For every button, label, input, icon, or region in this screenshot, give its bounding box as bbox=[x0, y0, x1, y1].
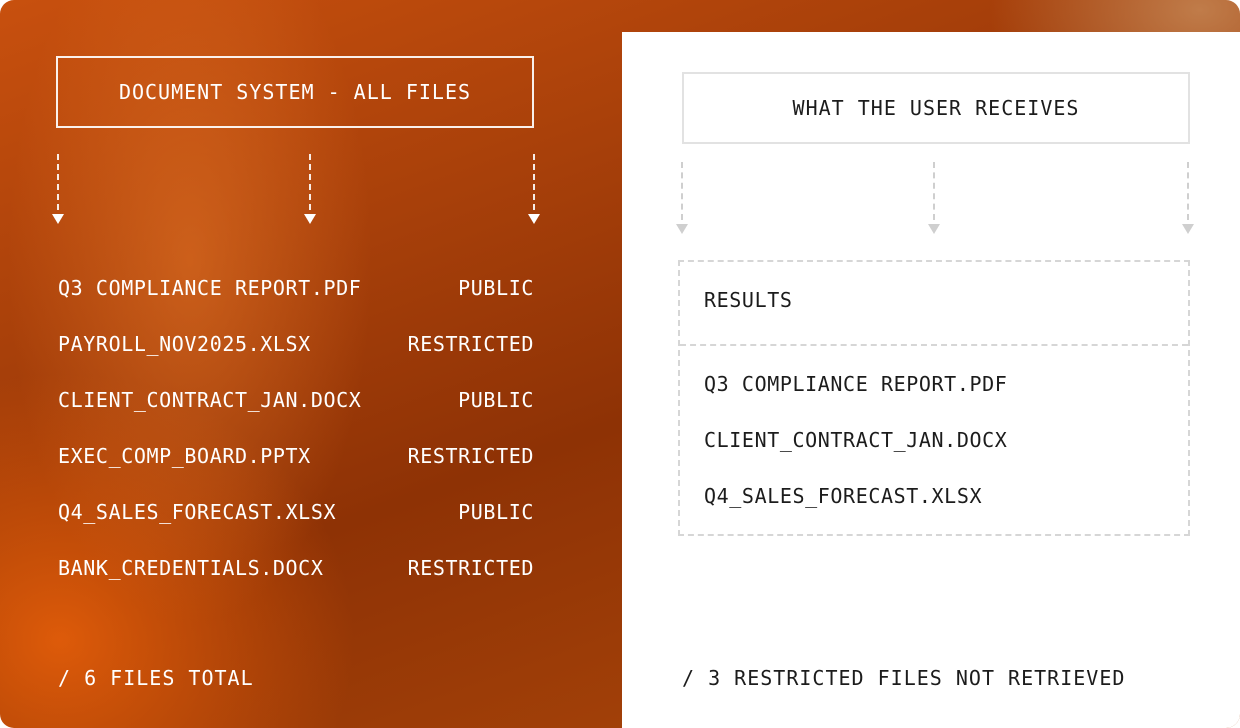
document-system-title: DOCUMENT SYSTEM - ALL FILES bbox=[56, 56, 534, 128]
file-name: EXEC_COMP_BOARD.PPTX bbox=[58, 444, 311, 468]
file-row: PAYROLL_NOV2025.XLSX RESTRICTED bbox=[58, 330, 534, 358]
results-header: RESULTS bbox=[680, 262, 1188, 346]
file-row: EXEC_COMP_BOARD.PPTX RESTRICTED bbox=[58, 442, 534, 470]
results-box: RESULTS Q3 COMPLIANCE REPORT.PDF CLIENT_… bbox=[678, 260, 1190, 536]
file-row: Q3 COMPLIANCE REPORT.PDF PUBLIC bbox=[58, 274, 534, 302]
access-level: PUBLIC bbox=[458, 388, 534, 412]
file-name: BANK_CREDENTIALS.DOCX bbox=[58, 556, 324, 580]
result-item: Q3 COMPLIANCE REPORT.PDF bbox=[704, 372, 1008, 396]
file-row: Q4_SALES_FORECAST.XLSX PUBLIC bbox=[58, 498, 534, 526]
file-row: CLIENT_CONTRACT_JAN.DOCX PUBLIC bbox=[58, 386, 534, 414]
access-level: PUBLIC bbox=[458, 276, 534, 300]
user-receives-title: WHAT THE USER RECEIVES bbox=[682, 72, 1190, 144]
access-level: RESTRICTED bbox=[407, 556, 534, 580]
result-item: Q4_SALES_FORECAST.XLSX bbox=[704, 484, 983, 508]
file-name: Q3 COMPLIANCE REPORT.PDF bbox=[58, 276, 362, 300]
access-level: RESTRICTED bbox=[407, 444, 534, 468]
file-name: CLIENT_CONTRACT_JAN.DOCX bbox=[58, 388, 362, 412]
results-label: RESULTS bbox=[704, 288, 793, 312]
file-name: PAYROLL_NOV2025.XLSX bbox=[58, 332, 311, 356]
access-level: PUBLIC bbox=[458, 500, 534, 524]
file-name: Q4_SALES_FORECAST.XLSX bbox=[58, 500, 337, 524]
user-receives-panel: WHAT THE USER RECEIVES RESULTS Q3 COMPLI… bbox=[622, 32, 1240, 728]
result-item: CLIENT_CONTRACT_JAN.DOCX bbox=[704, 428, 1008, 452]
restricted-not-retrieved-label: / 3 RESTRICTED FILES NOT RETRIEVED bbox=[682, 666, 1126, 690]
file-row: BANK_CREDENTIALS.DOCX RESTRICTED bbox=[58, 554, 534, 582]
document-system-panel: DOCUMENT SYSTEM - ALL FILES Q3 COMPLIANC… bbox=[0, 0, 622, 728]
files-total-label: / 6 FILES TOTAL bbox=[58, 666, 254, 690]
access-level: RESTRICTED bbox=[407, 332, 534, 356]
diagram-frame: DOCUMENT SYSTEM - ALL FILES Q3 COMPLIANC… bbox=[0, 0, 1240, 728]
